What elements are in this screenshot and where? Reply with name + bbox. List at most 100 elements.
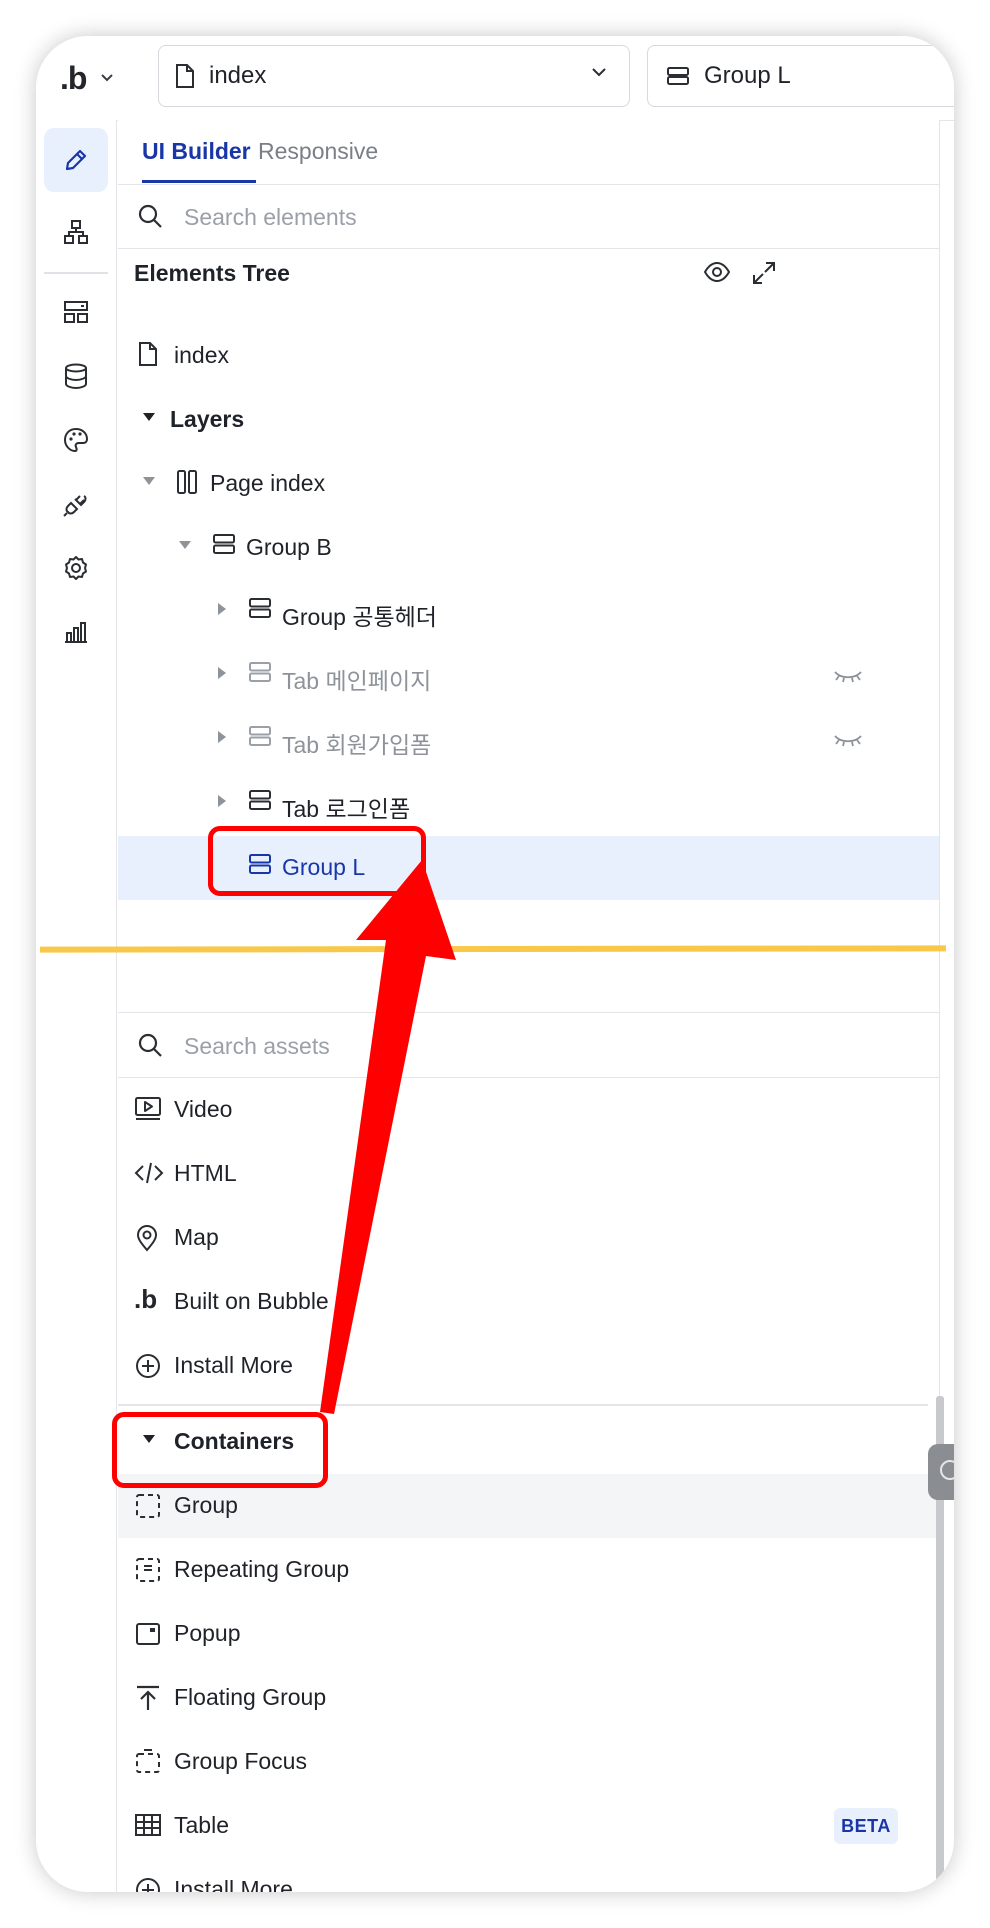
rail-data-tab[interactable] bbox=[44, 344, 108, 408]
tree-item-label: Group B bbox=[246, 534, 332, 560]
side-panel: UI Builder Responsive Elements Tree inde… bbox=[118, 120, 940, 1892]
tree-item-tab-main[interactable]: Tab 메인페이지 bbox=[118, 644, 939, 708]
chevron-down-icon bbox=[101, 74, 114, 82]
rail-workflow-tab[interactable] bbox=[44, 200, 108, 264]
plus-circle-icon bbox=[136, 1878, 160, 1892]
page-dropdown-value: index bbox=[209, 62, 267, 89]
group-icon bbox=[667, 67, 689, 85]
bubble-logo-icon: .b bbox=[134, 1284, 158, 1314]
group-dashed-icon bbox=[136, 1494, 160, 1518]
group-icon bbox=[249, 662, 271, 682]
active-tab-indicator bbox=[142, 180, 256, 183]
rail-divider bbox=[44, 272, 108, 274]
rail-reusable-tab[interactable] bbox=[44, 280, 108, 344]
highlight-box-group-l bbox=[208, 826, 426, 896]
section-divider bbox=[118, 1404, 928, 1406]
search-icon bbox=[138, 1033, 162, 1057]
caret-right-icon[interactable] bbox=[216, 730, 228, 744]
bar-chart-icon bbox=[65, 622, 87, 643]
asset-label: Table bbox=[174, 1812, 229, 1838]
asset-table[interactable]: Table BETA bbox=[118, 1794, 939, 1858]
beta-badge: BETA bbox=[834, 1808, 898, 1844]
floating-group-icon bbox=[137, 1685, 159, 1710]
bubble-logo: .b bbox=[60, 59, 87, 96]
tree-item-label: Page index bbox=[210, 470, 326, 496]
tree-item-label: Tab 회원가입폼 bbox=[282, 732, 432, 758]
group-icon bbox=[249, 598, 271, 618]
asset-label: Group bbox=[174, 1492, 238, 1518]
page-dropdown[interactable]: index bbox=[158, 45, 630, 107]
page-icon bbox=[139, 342, 157, 366]
group-icon bbox=[213, 534, 235, 554]
page-icon bbox=[176, 64, 194, 88]
caret-right-icon[interactable] bbox=[216, 602, 228, 616]
asset-repeating-group[interactable]: Repeating Group bbox=[118, 1538, 939, 1602]
asset-html[interactable]: HTML bbox=[118, 1142, 939, 1206]
tree-item-label: Group 공통헤더 bbox=[282, 604, 437, 630]
expand-icon[interactable] bbox=[751, 260, 777, 286]
asset-video[interactable]: Video bbox=[118, 1078, 939, 1142]
table-icon bbox=[135, 1814, 161, 1836]
asset-built-on-bubble[interactable]: .b Built on Bubble bbox=[118, 1270, 939, 1334]
asset-label: Install More bbox=[174, 1876, 293, 1892]
asset-floating-group[interactable]: Floating Group bbox=[118, 1666, 939, 1730]
tab-ui-builder[interactable]: UI Builder bbox=[142, 138, 251, 165]
map-pin-icon bbox=[136, 1224, 158, 1252]
video-icon bbox=[135, 1097, 161, 1120]
tree-item-tab-signup[interactable]: Tab 회원가입폼 bbox=[118, 708, 939, 772]
tree-item-page-index[interactable]: Page index bbox=[118, 452, 939, 516]
popup-icon bbox=[136, 1623, 160, 1645]
eye-closed-icon[interactable] bbox=[833, 732, 863, 748]
top-bar: .b index Group L bbox=[36, 36, 954, 121]
tree-layers-header[interactable]: Layers bbox=[118, 388, 939, 452]
caret-down-icon[interactable] bbox=[142, 474, 156, 488]
tree-item-group-b[interactable]: Group B bbox=[118, 516, 939, 580]
caret-down-icon[interactable] bbox=[178, 538, 192, 552]
asset-label: Install More bbox=[174, 1352, 293, 1378]
tab-responsive[interactable]: Responsive bbox=[258, 138, 378, 165]
database-icon bbox=[65, 363, 87, 390]
group-focus-icon bbox=[136, 1749, 160, 1773]
elements-search bbox=[118, 184, 939, 249]
assets-search-input[interactable] bbox=[182, 1025, 886, 1067]
left-rail bbox=[36, 120, 117, 1892]
panel-resize-divider[interactable] bbox=[39, 945, 947, 953]
rail-settings-tab[interactable] bbox=[44, 536, 108, 600]
layers-label: Layers bbox=[170, 406, 245, 432]
group-icon bbox=[249, 790, 271, 810]
caret-down-icon[interactable] bbox=[142, 410, 156, 424]
panel-tabs: UI Builder Responsive bbox=[118, 120, 939, 185]
eye-icon[interactable] bbox=[703, 260, 731, 284]
pencil-icon bbox=[65, 149, 87, 171]
tree-item-group-header[interactable]: Group 공통헤더 bbox=[118, 580, 939, 644]
tree-item-label: Tab 로그인폼 bbox=[282, 796, 411, 822]
repeating-group-icon bbox=[136, 1558, 160, 1582]
tree-item-index[interactable]: index bbox=[118, 324, 939, 388]
asset-popup[interactable]: Popup bbox=[118, 1602, 939, 1666]
asset-install-more-containers[interactable]: Install More bbox=[118, 1858, 939, 1892]
palette-icon bbox=[63, 427, 89, 453]
bubble-logo-menu[interactable]: .b bbox=[60, 58, 130, 98]
asset-label: Floating Group bbox=[174, 1684, 327, 1710]
asset-install-more-visual[interactable]: Install More bbox=[118, 1334, 939, 1398]
rail-plugins-tab[interactable] bbox=[44, 472, 108, 536]
tree-item-label: index bbox=[174, 342, 229, 368]
asset-map[interactable]: Map bbox=[118, 1206, 939, 1270]
rail-logs-tab[interactable] bbox=[44, 600, 108, 664]
asset-group-focus[interactable]: Group Focus bbox=[118, 1730, 939, 1794]
caret-right-icon[interactable] bbox=[216, 666, 228, 680]
help-circle-icon bbox=[940, 1460, 954, 1480]
eye-closed-icon[interactable] bbox=[833, 668, 863, 684]
rail-design-tab[interactable] bbox=[44, 128, 108, 192]
side-help-tab[interactable] bbox=[928, 1444, 954, 1500]
code-icon bbox=[134, 1162, 164, 1184]
search-icon bbox=[138, 204, 162, 228]
caret-right-icon[interactable] bbox=[216, 794, 228, 808]
rail-styles-tab[interactable] bbox=[44, 408, 108, 472]
workflow-icon bbox=[64, 220, 88, 244]
asset-label: Map bbox=[174, 1224, 219, 1250]
element-dropdown[interactable]: Group L bbox=[647, 45, 954, 107]
elements-search-input[interactable] bbox=[182, 196, 886, 238]
gear-icon bbox=[65, 556, 87, 580]
group-icon bbox=[249, 726, 271, 746]
